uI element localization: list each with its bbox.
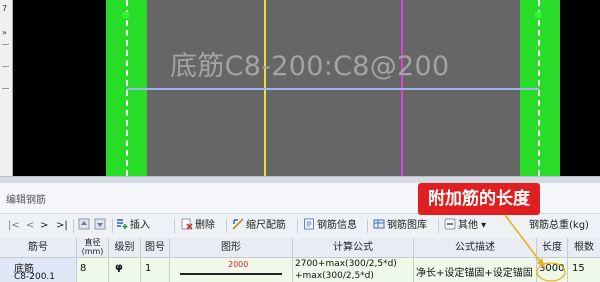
shape-rebar-line	[180, 273, 282, 275]
other-icon	[444, 218, 456, 230]
diameter-value: 8	[80, 263, 87, 274]
toolbar-divider	[73, 219, 74, 233]
move-up-button[interactable]	[78, 218, 92, 234]
rebar-table: 筋号 直径(mm) 级别 图号 图形 计算公式 公式描述 长度 根数 底筋 C8…	[0, 238, 600, 282]
rebar-library-button[interactable]: 钢筋图库	[373, 218, 427, 234]
left-side-panel[interactable]: 7 »	[0, 0, 13, 176]
panel-title: 编辑钢筋	[6, 195, 46, 206]
left-grip-handle[interactable]	[123, 12, 129, 18]
scale-rebar-button[interactable]: 缩尺配筋	[232, 218, 286, 234]
move-up-icon	[78, 218, 90, 230]
shape-dimension-value: 2000	[228, 260, 249, 269]
expand-arrow-icon[interactable]: »	[2, 28, 7, 37]
column-header-formula-desc[interactable]: 公式描述	[414, 238, 537, 258]
insert-button[interactable]: 插入	[116, 218, 150, 234]
toolbar-divider	[367, 219, 368, 233]
drawing-canvas[interactable]: 7 » 底筋C8-200:C8@200	[0, 0, 600, 176]
toolbar-divider	[112, 219, 113, 233]
table-row-shape-no[interactable]: 1	[141, 258, 170, 282]
rebar-name-sub: C8-200.1	[14, 272, 56, 282]
grade-value: φ	[115, 262, 123, 273]
toolbar-divider	[174, 219, 175, 233]
formula-line-1: 2700+max(300/2,5*d)	[295, 259, 397, 269]
total-weight-label: 钢筋总重(kg)	[529, 220, 589, 231]
rebar-library-label: 钢筋图库	[387, 220, 427, 231]
column-header-rebar-no[interactable]: 筋号	[0, 238, 77, 258]
insert-button-label: 插入	[130, 220, 150, 231]
column-header-diameter[interactable]: 直径(mm)	[77, 238, 109, 258]
prev-record-button[interactable]: <	[26, 218, 34, 234]
rebar-toolbar: |< < > >| 插入 删除 缩尺配筋 钢筋信息 钢筋图库 其他 ▾ 钢筋总重…	[0, 213, 600, 239]
other-dropdown-label: 其他 ▾	[458, 220, 487, 231]
formula-line-2: +max(300/2,5*d)	[295, 271, 374, 281]
annotation-callout: 附加筋的长度	[418, 183, 540, 215]
table-row-shape[interactable]: 2000	[170, 258, 293, 282]
table-row-formula[interactable]: 2700+max(300/2,5*d) +max(300/2,5*d)	[293, 258, 414, 282]
ruler-mark	[2, 88, 9, 89]
first-record-button[interactable]: |<	[8, 218, 20, 234]
column-header-shape-no[interactable]: 图号	[141, 238, 170, 258]
rebar-info-label: 钢筋信息	[317, 220, 357, 231]
insert-row-icon	[117, 219, 128, 229]
toolbar-divider	[438, 219, 439, 233]
other-dropdown[interactable]: 其他 ▾	[444, 218, 486, 234]
table-row-length[interactable]: 3000	[537, 258, 568, 282]
column-header-shape[interactable]: 图形	[170, 238, 293, 258]
scale-rebar-label: 缩尺配筋	[246, 220, 286, 231]
move-down-icon	[94, 218, 106, 230]
toolbar-divider	[297, 219, 298, 233]
ruler-mark	[2, 66, 9, 67]
formula-desc-value: 净长+设定锚固+设定锚固	[416, 268, 533, 279]
side-tick-label: 7	[2, 4, 8, 13]
length-value: 3000	[539, 263, 565, 274]
delete-button-label: 删除	[195, 220, 215, 231]
count-value: 15	[572, 263, 585, 274]
rebar-line[interactable]	[127, 88, 539, 90]
rebar-library-icon	[373, 219, 385, 229]
delete-button[interactable]: 删除	[181, 218, 215, 234]
toolbar-divider	[226, 219, 227, 233]
ruler-mark	[2, 44, 9, 45]
column-header-grade[interactable]: 级别	[109, 238, 141, 258]
right-grip-handle[interactable]	[535, 12, 541, 18]
last-record-button[interactable]: >|	[56, 218, 68, 234]
rebar-info-button[interactable]: 钢筋信息	[303, 218, 357, 234]
rebar-info-icon	[304, 218, 314, 230]
scale-rebar-icon	[232, 218, 244, 230]
delete-row-icon	[181, 218, 193, 230]
table-row-diameter[interactable]: 8	[77, 258, 109, 282]
shape-no-value: 1	[145, 263, 152, 274]
table-row-formula-desc[interactable]: 净长+设定锚固+设定锚固	[414, 258, 537, 282]
column-header-formula[interactable]: 计算公式	[293, 238, 414, 258]
column-header-count[interactable]: 根数	[568, 238, 600, 258]
rebar-label: 底筋C8-200:C8@200	[170, 51, 450, 82]
next-record-button[interactable]: >	[40, 218, 48, 234]
table-row-rebar-no[interactable]: 底筋 C8-200.1	[0, 258, 77, 282]
column-header-length[interactable]: 长度	[537, 238, 568, 258]
move-down-button[interactable]	[94, 218, 108, 234]
table-row-grade[interactable]: φ	[109, 258, 141, 282]
table-row-count[interactable]: 15	[568, 258, 600, 282]
